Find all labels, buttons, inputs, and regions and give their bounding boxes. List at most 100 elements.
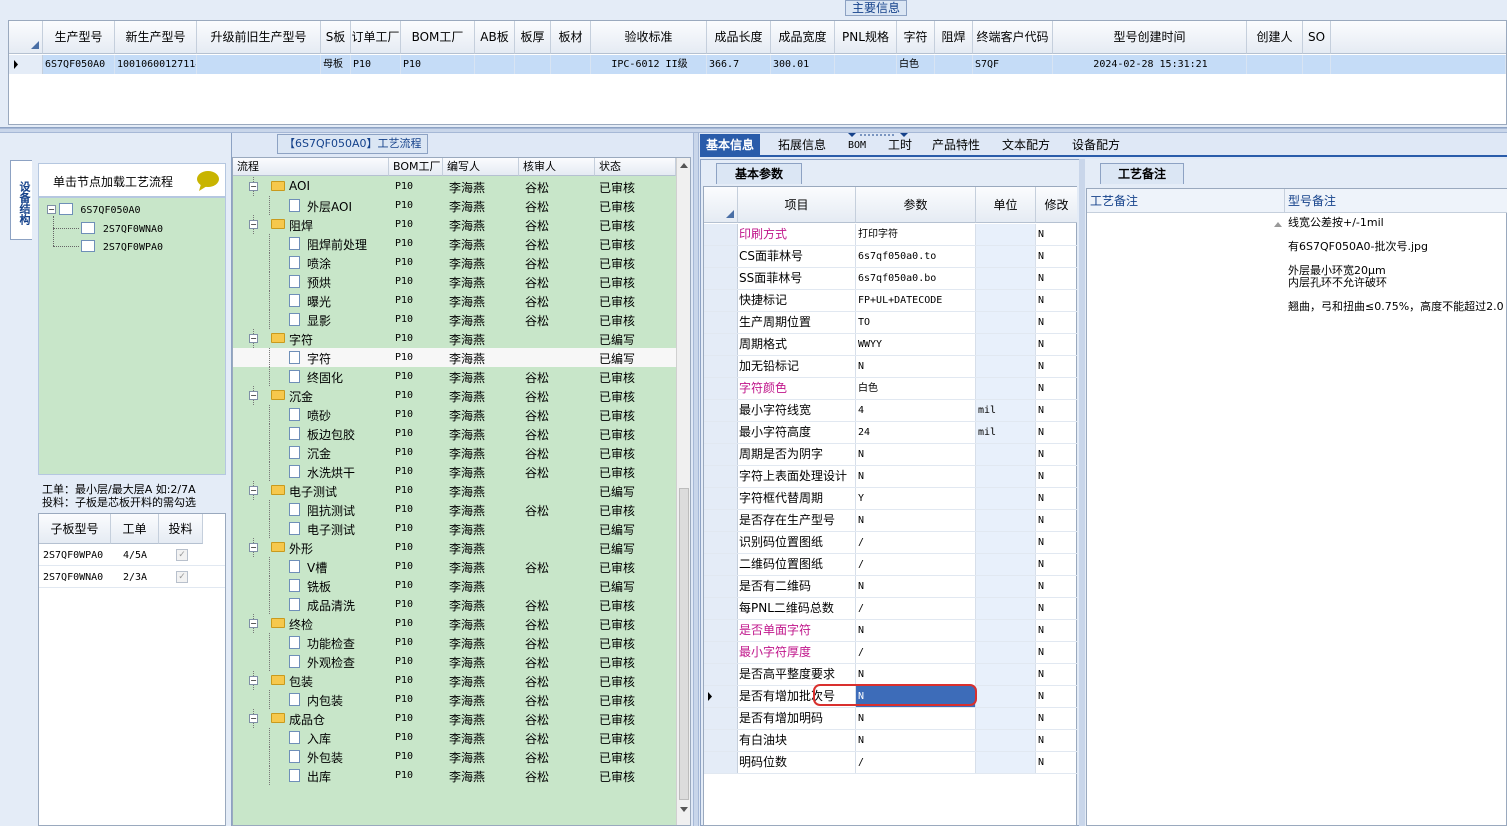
- table-row[interactable]: CS面菲林号 6s7qf050a0.to N: [704, 246, 1077, 268]
- param-value[interactable]: 6s7qf050a0.to: [856, 246, 976, 267]
- splitter-middle[interactable]: [693, 133, 699, 826]
- param-modified[interactable]: N: [1036, 686, 1077, 707]
- param-unit[interactable]: mil: [976, 400, 1036, 421]
- table-row[interactable]: 每PNL二维码总数 / N: [704, 598, 1077, 620]
- param-value[interactable]: 打印字符: [856, 224, 976, 245]
- table-row[interactable]: 最小字符厚度 / N: [704, 642, 1077, 664]
- table-row[interactable]: V槽 P10 李海燕 谷松 已审核: [233, 557, 676, 576]
- table-row[interactable]: 加无铅标记 N N: [704, 356, 1077, 378]
- params-grid[interactable]: 项目 参数 单位 修改 印刷方式 打印字符 N CS面菲林号 6s7qf050a0.to…: [703, 186, 1077, 826]
- grid-cell[interactable]: [1303, 55, 1331, 74]
- process-flow-grid[interactable]: 流程 BOM工厂 编写人 核审人 状态 − AOI P10 李海燕 谷松 已审核 外层AOI…: [232, 157, 691, 826]
- table-row[interactable]: − 终检 P10 李海燕 谷松 已审核: [233, 614, 676, 633]
- sub-board-grid[interactable]: 子板型号 工单 投料 2S7QF0WPA0 4/5A ✓ 2S7QF0WNA0 …: [38, 513, 226, 826]
- param-value[interactable]: N: [856, 576, 976, 597]
- col-header[interactable]: BOM工厂: [401, 21, 475, 54]
- structure-tree[interactable]: − 6S7QF050A0 2S7QF0WNA0 2S7QF0WPA0: [38, 197, 226, 475]
- col-header[interactable]: S板: [321, 21, 351, 54]
- grid-cell[interactable]: 白色: [897, 55, 935, 74]
- param-modified[interactable]: N: [1036, 290, 1077, 311]
- flow-scrollbar[interactable]: [676, 158, 690, 825]
- param-unit[interactable]: [976, 312, 1036, 333]
- table-row[interactable]: 2S7QF0WPA0 4/5A ✓: [39, 545, 225, 566]
- grid-cell[interactable]: P10: [351, 55, 401, 74]
- param-modified[interactable]: N: [1036, 752, 1077, 773]
- tab-text-recipe[interactable]: 文本配方: [996, 134, 1056, 157]
- param-value[interactable]: /: [856, 752, 976, 773]
- param-modified[interactable]: N: [1036, 708, 1077, 729]
- col-writer[interactable]: 编写人: [443, 158, 519, 176]
- table-row[interactable]: 印刷方式 打印字符 N: [704, 224, 1077, 246]
- param-unit[interactable]: [976, 224, 1036, 245]
- table-row[interactable]: 快捷标记 FP+UL+DATECODE N: [704, 290, 1077, 312]
- table-row[interactable]: 有白油块 N N: [704, 730, 1077, 752]
- grid-cell[interactable]: [475, 55, 515, 74]
- col-header[interactable]: AB板: [475, 21, 515, 54]
- tab-work-hours[interactable]: 工时: [882, 134, 918, 157]
- col-header[interactable]: 订单工厂: [351, 21, 401, 54]
- param-value[interactable]: /: [856, 554, 976, 575]
- param-value[interactable]: FP+UL+DATECODE: [856, 290, 976, 311]
- param-unit[interactable]: [976, 532, 1036, 553]
- param-modified[interactable]: N: [1036, 576, 1077, 597]
- table-row[interactable]: 入库 P10 李海燕 谷松 已审核: [233, 728, 676, 747]
- table-row[interactable]: 喷涂 P10 李海燕 谷松 已审核: [233, 253, 676, 272]
- grid-corner[interactable]: [9, 21, 43, 54]
- table-row[interactable]: 外包装 P10 李海燕 谷松 已审核: [233, 747, 676, 766]
- table-row[interactable]: 字符上表面处理设计 N N: [704, 466, 1077, 488]
- param-unit[interactable]: [976, 334, 1036, 355]
- table-row[interactable]: − 阻焊 P10 李海燕 谷松 已审核: [233, 215, 676, 234]
- table-row[interactable]: 功能检查 P10 李海燕 谷松 已审核: [233, 633, 676, 652]
- tab-device-structure[interactable]: 设备结构: [10, 160, 32, 240]
- param-value[interactable]: /: [856, 598, 976, 619]
- col-header[interactable]: 成品宽度: [771, 21, 835, 54]
- scroll-thumb[interactable]: [679, 488, 689, 800]
- grid-cell[interactable]: P10: [401, 55, 475, 74]
- collapse-icon[interactable]: −: [47, 205, 56, 214]
- param-value[interactable]: N: [856, 356, 976, 377]
- splitter-grip-icon[interactable]: [848, 127, 908, 137]
- grid-cell[interactable]: [515, 55, 551, 74]
- collapse-icon[interactable]: −: [249, 676, 258, 685]
- table-row[interactable]: − 成品仓 P10 李海燕 谷松 已审核: [233, 709, 676, 728]
- col-param[interactable]: 参数: [856, 187, 976, 223]
- param-unit[interactable]: [976, 664, 1036, 685]
- table-row[interactable]: 显影 P10 李海燕 谷松 已审核: [233, 310, 676, 329]
- col-reviewer[interactable]: 核审人: [519, 158, 595, 176]
- col-header[interactable]: 终端客户代码: [973, 21, 1053, 54]
- collapse-icon[interactable]: −: [249, 391, 258, 400]
- param-unit[interactable]: [976, 554, 1036, 575]
- table-row[interactable]: 二维码位置图纸 / N: [704, 554, 1077, 576]
- remark-area[interactable]: 工艺备注 型号备注 线宽公差按+/-1mil 有6S7QF050A0-批次号.j…: [1086, 188, 1507, 826]
- col-order[interactable]: 工单: [111, 514, 159, 544]
- param-unit[interactable]: [976, 576, 1036, 597]
- table-row[interactable]: 是否有增加明码 N N: [704, 708, 1077, 730]
- col-header[interactable]: 验收标准: [591, 21, 707, 54]
- col-header[interactable]: 字符: [897, 21, 935, 54]
- table-row[interactable]: 电子测试 P10 李海燕 已编写: [233, 519, 676, 538]
- param-value[interactable]: N: [856, 466, 976, 487]
- feed-checkbox[interactable]: ✓: [176, 549, 188, 561]
- param-modified[interactable]: N: [1036, 554, 1077, 575]
- param-modified[interactable]: N: [1036, 224, 1077, 245]
- table-row[interactable]: − 字符 P10 李海燕 已编写: [233, 329, 676, 348]
- param-modified[interactable]: N: [1036, 312, 1077, 333]
- param-modified[interactable]: N: [1036, 620, 1077, 641]
- speech-bubble-icon[interactable]: [195, 170, 221, 195]
- param-unit[interactable]: [976, 708, 1036, 729]
- col-flow[interactable]: 流程: [233, 158, 389, 176]
- grid-cell[interactable]: 母板: [321, 55, 351, 74]
- param-modified[interactable]: N: [1036, 444, 1077, 465]
- tab-extended-info[interactable]: 拓展信息: [772, 134, 832, 157]
- col-header[interactable]: 板材: [551, 21, 591, 54]
- table-row[interactable]: − 包装 P10 李海燕 谷松 已审核: [233, 671, 676, 690]
- table-row[interactable]: 是否高平整度要求 N N: [704, 664, 1077, 686]
- tab-basic-info[interactable]: 基本信息: [700, 134, 761, 157]
- param-value[interactable]: 白色: [856, 378, 976, 399]
- grid-cell[interactable]: 10010600127114: [115, 55, 197, 74]
- param-unit[interactable]: mil: [976, 422, 1036, 443]
- param-value[interactable]: 6s7qf050a0.bo: [856, 268, 976, 289]
- col-header[interactable]: 生产型号: [43, 21, 115, 54]
- table-row[interactable]: − AOI P10 李海燕 谷松 已审核: [233, 177, 676, 196]
- table-row[interactable]: 2S7QF0WNA0 2/3A ✓: [39, 567, 225, 588]
